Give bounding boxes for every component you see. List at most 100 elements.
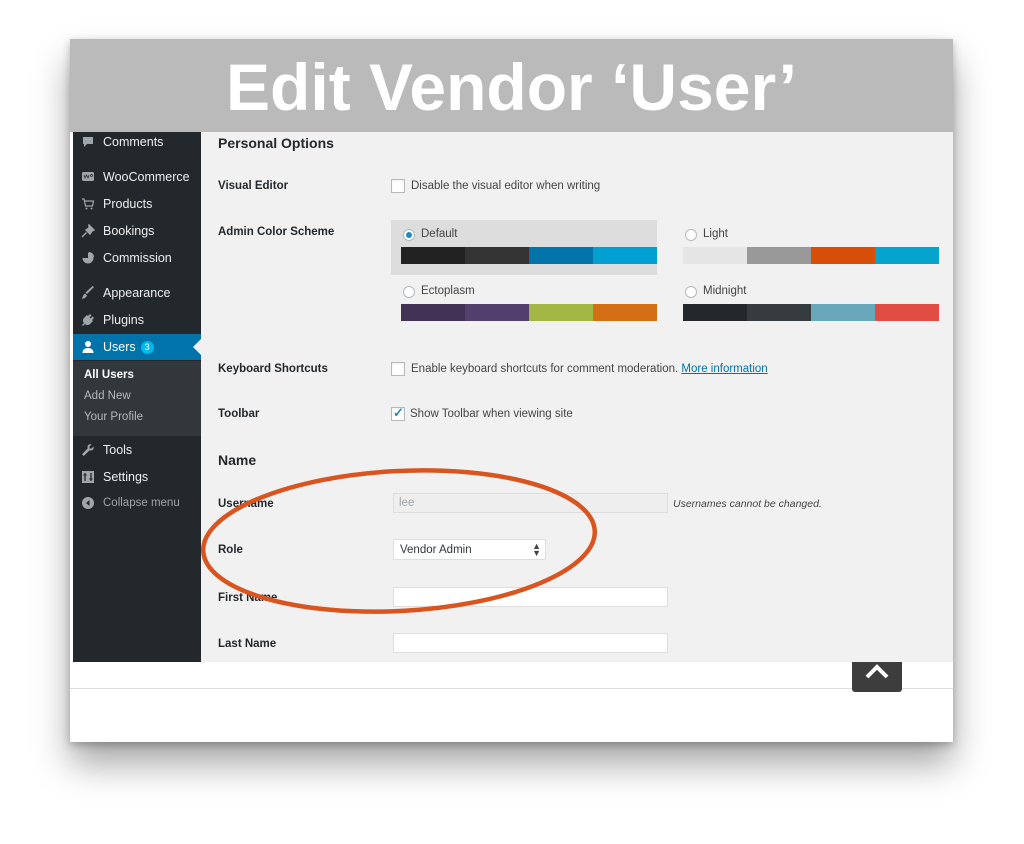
submenu-your-profile[interactable]: Your Profile — [84, 411, 143, 423]
color-scheme-name: Default — [421, 228, 458, 240]
radio-ectoplasm[interactable] — [403, 286, 415, 298]
role-select[interactable]: Vendor Admin ▲ ▼ — [393, 539, 546, 560]
cart-icon — [81, 197, 95, 211]
sidebar-item-products[interactable]: Products — [73, 191, 201, 217]
color-scheme-name: Ectoplasm — [421, 285, 475, 297]
page-title: Edit Vendor ‘User’ — [226, 49, 797, 124]
submenu-add-new[interactable]: Add New — [84, 390, 131, 402]
users-count-badge: 3 — [140, 340, 154, 354]
user-icon — [81, 340, 95, 354]
color-swatches — [683, 304, 939, 321]
radio-midnight[interactable] — [685, 286, 697, 298]
swatch — [683, 247, 747, 264]
admin-sidebar: Comments WooCommerce Products Bookings C — [73, 132, 201, 662]
swatch — [747, 304, 811, 321]
paintbrush-icon — [81, 286, 95, 300]
first-name-input[interactable] — [393, 587, 668, 607]
sidebar-item-label: Comments — [103, 135, 164, 149]
keyboard-shortcuts-checkbox-label: Enable keyboard shortcuts for comment mo… — [411, 363, 768, 375]
swatch — [465, 247, 529, 264]
current-menu-arrow — [193, 339, 201, 355]
sidebar-item-label: WooCommerce — [103, 170, 190, 184]
sidebar-item-users[interactable]: Users 3 — [73, 334, 201, 360]
select-arrows-icon: ▲ ▼ — [532, 541, 541, 558]
color-scheme-default[interactable]: Default — [391, 220, 657, 275]
swatch — [593, 247, 657, 264]
sidebar-item-comments[interactable]: Comments — [73, 129, 201, 155]
checkmark-icon: ✓ — [393, 405, 404, 420]
users-submenu: All Users Add New Your Profile — [73, 361, 201, 436]
swatch — [529, 304, 593, 321]
more-information-link[interactable]: More information — [681, 363, 767, 375]
visual-editor-checkbox-label: Disable the visual editor when writing — [411, 180, 601, 192]
swatch — [683, 304, 747, 321]
collapse-menu-label: Collapse menu — [103, 497, 180, 509]
swatch — [401, 304, 465, 321]
chevron-up-icon — [865, 664, 889, 679]
visual-editor-label: Visual Editor — [218, 180, 289, 192]
keyboard-shortcuts-text: Enable keyboard shortcuts for comment mo… — [411, 363, 679, 375]
screenshot-window: Edit Vendor ‘User’ Comments WooCommerce … — [70, 39, 953, 742]
pin-icon — [81, 224, 95, 238]
radio-light[interactable] — [685, 229, 697, 241]
swatch — [593, 304, 657, 321]
sidebar-item-tools[interactable]: Tools — [73, 437, 201, 463]
submenu-all-users[interactable]: All Users — [84, 369, 134, 381]
radio-default[interactable] — [403, 229, 415, 241]
swatch — [875, 304, 939, 321]
first-name-label: First Name — [218, 592, 278, 604]
pie-chart-icon — [81, 251, 95, 265]
name-heading: Name — [218, 452, 257, 468]
role-select-value: Vendor Admin — [400, 544, 472, 556]
plug-icon — [81, 313, 95, 327]
color-swatches — [683, 247, 939, 264]
sidebar-item-label: Appearance — [103, 286, 171, 300]
scroll-to-top-button[interactable] — [852, 662, 902, 692]
collapse-arrow-icon — [81, 496, 95, 510]
role-label: Role — [218, 544, 243, 556]
woocommerce-icon — [81, 170, 95, 184]
sidebar-item-label: Settings — [103, 470, 149, 484]
last-name-input[interactable] — [393, 633, 668, 653]
sidebar-item-plugins[interactable]: Plugins — [73, 307, 201, 333]
comment-icon — [81, 135, 95, 149]
sidebar-item-bookings[interactable]: Bookings — [73, 218, 201, 244]
last-name-label: Last Name — [218, 638, 277, 650]
sidebar-item-label: Bookings — [103, 224, 155, 238]
toolbar-label: Toolbar — [218, 408, 260, 420]
swatch — [747, 247, 811, 264]
color-scheme-name: Midnight — [703, 285, 747, 297]
username-input: lee — [393, 493, 668, 513]
sidebar-item-label: Users — [103, 340, 136, 354]
username-label: Username — [218, 498, 274, 510]
sidebar-item-settings[interactable]: Settings — [73, 464, 201, 490]
color-scheme-name: Light — [703, 228, 728, 240]
swatch — [811, 247, 875, 264]
swatch — [529, 247, 593, 264]
color-scheme-ectoplasm[interactable]: Ectoplasm — [391, 277, 657, 332]
color-swatches — [401, 247, 657, 264]
color-scheme-light[interactable]: Light — [673, 220, 939, 275]
wrench-icon — [81, 443, 95, 457]
color-scheme-label: Admin Color Scheme — [218, 226, 335, 238]
collapse-menu-button[interactable]: Collapse menu — [73, 490, 201, 516]
color-scheme-midnight[interactable]: Midnight — [673, 277, 939, 332]
sidebar-item-label: Products — [103, 197, 153, 211]
title-banner: Edit Vendor ‘User’ — [70, 39, 953, 132]
keyboard-shortcuts-label: Keyboard Shortcuts — [218, 363, 328, 375]
username-description: Usernames cannot be changed. — [673, 498, 822, 510]
sidebar-item-label: Plugins — [103, 313, 144, 327]
toolbar-checkbox[interactable]: ✓ — [391, 405, 405, 421]
sidebar-item-commission[interactable]: Commission — [73, 245, 201, 271]
keyboard-shortcuts-checkbox[interactable] — [391, 362, 405, 376]
sidebar-item-appearance[interactable]: Appearance — [73, 280, 201, 306]
swatch — [875, 247, 939, 264]
page-below-content — [70, 662, 953, 689]
swatch — [401, 247, 465, 264]
settings-icon — [81, 470, 95, 484]
radio-selected-dot — [406, 232, 412, 238]
personal-options-heading: Personal Options — [218, 135, 334, 151]
visual-editor-checkbox[interactable] — [391, 179, 405, 193]
swatch — [811, 304, 875, 321]
sidebar-item-woocommerce[interactable]: WooCommerce — [73, 164, 201, 190]
